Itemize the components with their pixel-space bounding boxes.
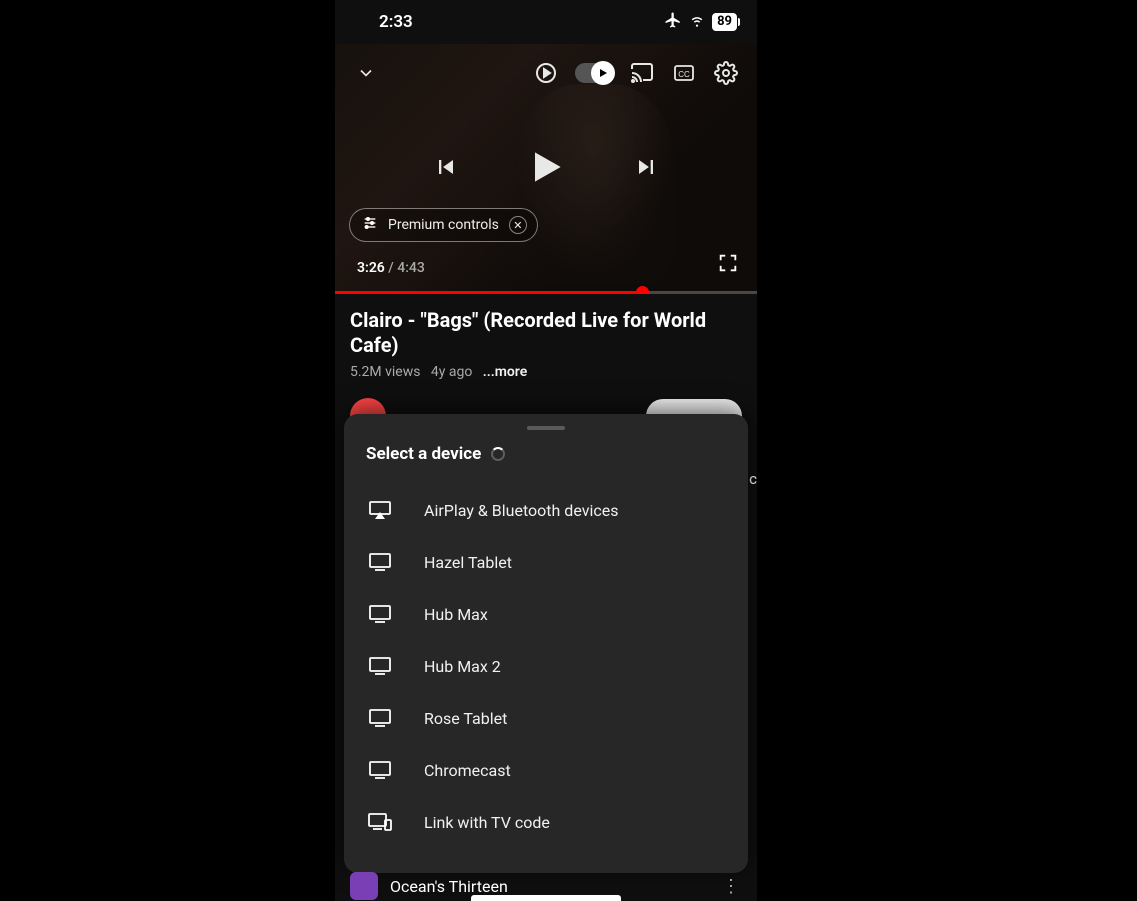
status-right: 89 bbox=[664, 11, 737, 34]
device-label: Hub Max bbox=[424, 605, 488, 624]
sheet-title: Select a device bbox=[366, 444, 481, 464]
device-item[interactable]: AirPlay & Bluetooth devices bbox=[344, 484, 748, 536]
tv-icon bbox=[366, 603, 394, 625]
device-label: AirPlay & Bluetooth devices bbox=[424, 501, 618, 520]
airplay-icon bbox=[366, 499, 394, 521]
wifi-icon bbox=[688, 11, 706, 34]
tv-icon bbox=[366, 551, 394, 573]
device-list: AirPlay & Bluetooth devices Hazel Tablet H… bbox=[344, 484, 748, 848]
device-item[interactable]: Rose Tablet bbox=[344, 692, 748, 744]
device-item[interactable]: Chromecast bbox=[344, 744, 748, 796]
status-bar: 2:33 89 bbox=[335, 0, 757, 44]
device-label: Link with TV code bbox=[424, 813, 550, 832]
battery-indicator: 89 bbox=[712, 13, 737, 31]
device-label: Rose Tablet bbox=[424, 709, 507, 728]
tv-icon bbox=[366, 759, 394, 781]
more-options-icon[interactable]: ⋮ bbox=[722, 876, 742, 897]
sheet-title-row: Select a device bbox=[344, 444, 748, 474]
loading-spinner-icon bbox=[491, 447, 505, 461]
next-video-title: Ocean's Thirteen bbox=[390, 877, 508, 896]
next-thumbnail bbox=[350, 872, 378, 900]
tv-icon bbox=[366, 655, 394, 677]
airplane-icon bbox=[664, 11, 682, 34]
tvcode-icon bbox=[366, 811, 394, 833]
device-item[interactable]: Link with TV code bbox=[344, 796, 748, 848]
drag-handle[interactable] bbox=[527, 426, 565, 430]
device-label: Chromecast bbox=[424, 761, 511, 780]
device-label: Hazel Tablet bbox=[424, 553, 512, 572]
device-select-sheet: Select a device AirPlay & Bluetooth devi… bbox=[344, 414, 748, 873]
device-item[interactable]: Hazel Tablet bbox=[344, 536, 748, 588]
tv-icon bbox=[366, 707, 394, 729]
device-label: Hub Max 2 bbox=[424, 657, 501, 676]
phone-frame: 2:33 89 bbox=[335, 0, 757, 901]
home-indicator bbox=[471, 895, 621, 901]
status-time: 2:33 bbox=[379, 12, 413, 32]
device-item[interactable]: Hub Max 2 bbox=[344, 640, 748, 692]
device-item[interactable]: Hub Max bbox=[344, 588, 748, 640]
